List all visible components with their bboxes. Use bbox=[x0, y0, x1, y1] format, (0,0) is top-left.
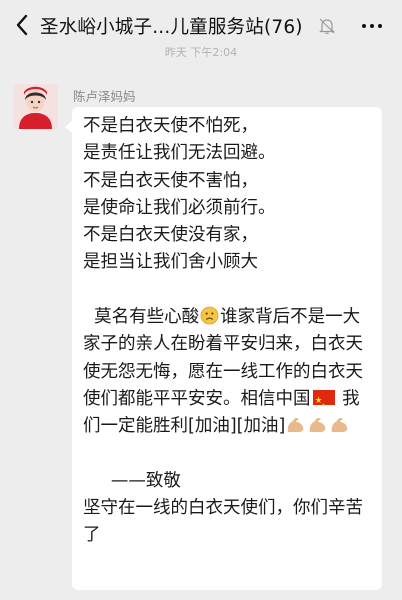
chevron-left-icon bbox=[16, 14, 28, 36]
flexed-biceps-emoji bbox=[310, 418, 326, 433]
sad-face-emoji bbox=[200, 306, 219, 325]
more-dots-icon bbox=[362, 24, 366, 28]
message-bubble[interactable]: 不是白衣天使不怕死， 是责任让我们无法回避。 不是白衣天使不害怕， 是使命让我们… bbox=[65, 107, 382, 590]
sender-name: 陈卢泽妈妈 bbox=[73, 89, 136, 104]
message-text: 不是白衣天使不怕死， 是责任让我们无法回避。 不是白衣天使不害怕， 是使命让我们… bbox=[83, 113, 375, 550]
chat-header: 圣水峪小城子...儿童服务站(76) bbox=[0, 0, 402, 50]
message-timestamp: 昨天 下午2:04 bbox=[164, 46, 238, 59]
china-flag-emoji bbox=[312, 388, 335, 418]
more-button[interactable] bbox=[355, 14, 389, 38]
flexed-biceps-emoji bbox=[288, 418, 304, 433]
bell-muted-icon bbox=[318, 17, 336, 35]
back-button[interactable] bbox=[10, 12, 34, 38]
flexed-biceps-emoji bbox=[332, 418, 348, 433]
chat-title: 圣水峪小城子...儿童服务站(76) bbox=[40, 17, 303, 38]
avatar[interactable] bbox=[13, 84, 58, 129]
